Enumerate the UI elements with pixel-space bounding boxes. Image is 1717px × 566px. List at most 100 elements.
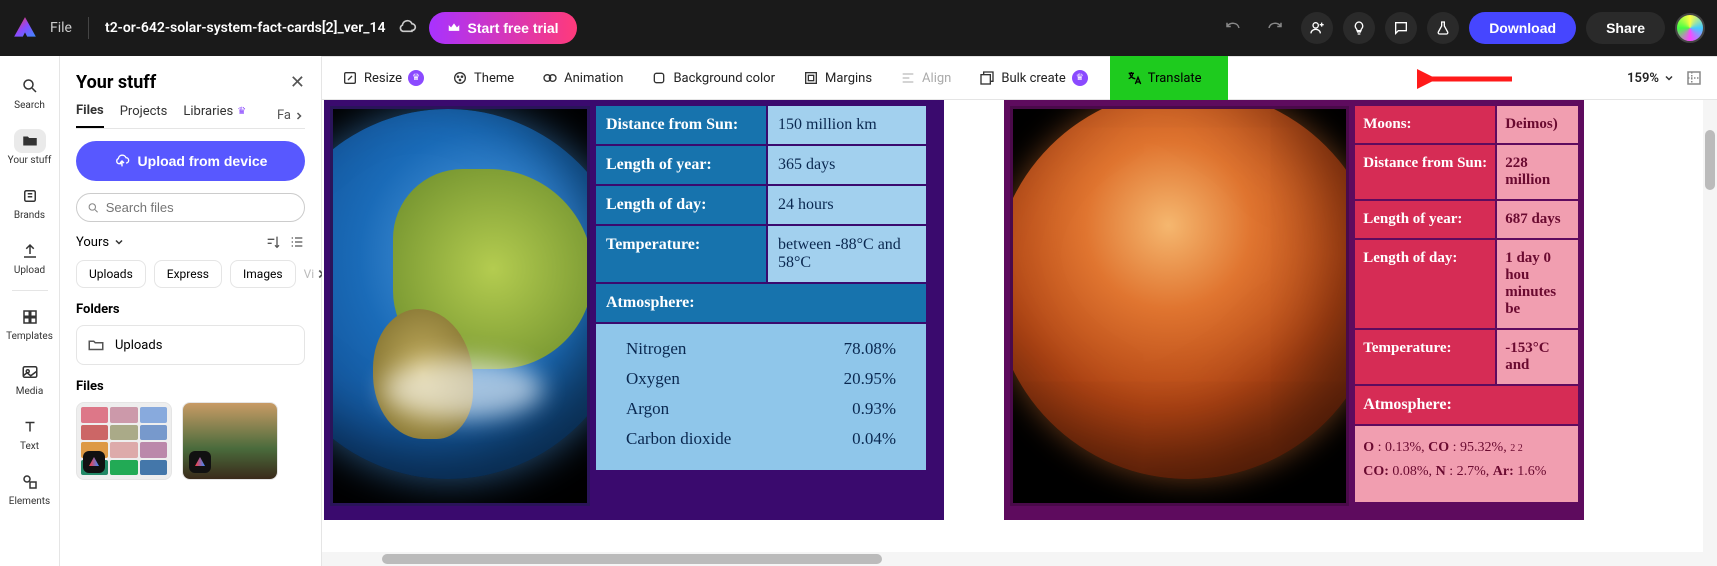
rail-elements[interactable]: Elements bbox=[2, 462, 58, 515]
animation-button[interactable]: Animation bbox=[536, 66, 629, 90]
divider bbox=[88, 17, 89, 39]
margins-icon bbox=[803, 70, 819, 86]
share-button[interactable]: Share bbox=[1586, 12, 1665, 44]
bulk-create-button[interactable]: Bulk create ♛ bbox=[973, 66, 1093, 90]
atmosphere-header: Atmosphere: bbox=[596, 284, 926, 322]
templates-icon bbox=[21, 308, 39, 326]
cloud-sync-icon bbox=[397, 18, 417, 38]
rail-upload[interactable]: Upload bbox=[2, 231, 58, 284]
file-thumb-2[interactable] bbox=[182, 402, 278, 480]
horizontal-scrollbar[interactable] bbox=[322, 552, 1703, 566]
table-row: Carbon dioxide0.04% bbox=[608, 424, 914, 454]
user-avatar[interactable] bbox=[1675, 13, 1705, 43]
earth-image[interactable] bbox=[330, 106, 590, 506]
upload-from-device-button[interactable]: Upload from device bbox=[76, 141, 305, 181]
mars-atmo-body: O : 0.13%, CO : 95.32%, 2 2 CO: 0.08%, N… bbox=[1355, 426, 1578, 502]
margins-button[interactable]: Margins bbox=[797, 66, 878, 90]
undo-button[interactable] bbox=[1217, 12, 1249, 44]
topbar-right: Download Share bbox=[1217, 12, 1705, 44]
upload-icon bbox=[21, 242, 39, 260]
list-view-icon[interactable] bbox=[289, 234, 305, 250]
table-row: Temperature:-153°C and bbox=[1355, 330, 1578, 384]
rail-media[interactable]: Media bbox=[2, 352, 58, 405]
canvas-page-earth[interactable]: Distance from Sun:150 million km Length … bbox=[322, 100, 944, 566]
files-label: Files bbox=[76, 379, 305, 394]
comment-button[interactable] bbox=[1385, 12, 1417, 44]
align-button: Align bbox=[894, 66, 957, 90]
file-menu[interactable]: File bbox=[50, 20, 72, 36]
rail-text[interactable]: Text bbox=[2, 407, 58, 460]
folder-icon bbox=[21, 132, 39, 150]
app-logo bbox=[12, 15, 38, 41]
elements-icon bbox=[21, 473, 39, 491]
table-row: Length of year:687 days bbox=[1355, 201, 1578, 238]
left-rail: Search Your stuff Brands Upload Template… bbox=[0, 56, 60, 566]
tab-libraries[interactable]: Libraries ♛ bbox=[183, 103, 246, 128]
search-icon bbox=[21, 77, 39, 95]
brand-icon bbox=[21, 187, 39, 205]
chip-uploads[interactable]: Uploads bbox=[76, 260, 146, 288]
folders-label: Folders bbox=[76, 302, 305, 317]
chevron-down-icon bbox=[1663, 72, 1675, 84]
rail-divider bbox=[12, 290, 48, 291]
rail-templates[interactable]: Templates bbox=[2, 297, 58, 350]
download-button[interactable]: Download bbox=[1469, 12, 1576, 44]
fit-view-icon[interactable] bbox=[1685, 69, 1703, 87]
redo-button[interactable] bbox=[1259, 12, 1291, 44]
table-row: Argon0.93% bbox=[608, 394, 914, 424]
canvas-stage[interactable]: Distance from Sun:150 million km Length … bbox=[322, 100, 1717, 566]
translate-button[interactable]: Translate bbox=[1120, 66, 1208, 90]
document-title[interactable]: t2-or-642-solar-system-fact-cards[2]_ver… bbox=[105, 20, 386, 36]
topbar: File t2-or-642-solar-system-fact-cards[2… bbox=[0, 0, 1717, 56]
mars-fact-table[interactable]: Moons:Deimos) Distance from Sun:228 mill… bbox=[1355, 106, 1578, 506]
translate-highlight: Translate bbox=[1110, 56, 1228, 100]
text-icon bbox=[21, 418, 39, 436]
beta-button[interactable] bbox=[1427, 12, 1459, 44]
rail-your-stuff[interactable]: Your stuff bbox=[2, 121, 58, 174]
filter-chips: Uploads Express Images Vi bbox=[76, 260, 305, 288]
canvas-area: Resize ♛ Theme Animation Background colo… bbox=[322, 56, 1717, 566]
search-files[interactable] bbox=[76, 193, 305, 222]
chip-express[interactable]: Express bbox=[154, 260, 222, 288]
tabs-more[interactable]: Fa bbox=[277, 103, 305, 128]
yours-dropdown[interactable]: Yours bbox=[76, 235, 125, 250]
animation-icon bbox=[542, 70, 558, 86]
sort-icon[interactable] bbox=[265, 234, 281, 250]
start-free-trial-button[interactable]: Start free trial bbox=[429, 12, 576, 44]
zoom-dropdown[interactable]: 159% bbox=[1627, 71, 1675, 86]
table-row: Length of day:1 day 0 hou minutes be bbox=[1355, 240, 1578, 328]
theme-button[interactable]: Theme bbox=[446, 66, 520, 90]
crown-icon: ♛ bbox=[1072, 70, 1088, 86]
mars-image[interactable] bbox=[1010, 106, 1349, 506]
rail-search[interactable]: Search bbox=[2, 66, 58, 119]
media-icon bbox=[21, 363, 39, 381]
vertical-scrollbar[interactable] bbox=[1703, 100, 1717, 566]
bulk-icon bbox=[979, 70, 995, 86]
panel-tabs: Files Projects Libraries ♛ Fa bbox=[76, 103, 305, 129]
redo-icon bbox=[1266, 19, 1284, 37]
table-row: Temperature:between -88°C and 58°C bbox=[596, 226, 926, 282]
your-stuff-panel: Your stuff ✕ Files Projects Libraries ♛ … bbox=[60, 56, 322, 566]
chip-images[interactable]: Images bbox=[230, 260, 296, 288]
help-button[interactable] bbox=[1343, 12, 1375, 44]
rail-brands[interactable]: Brands bbox=[2, 176, 58, 229]
comment-icon bbox=[1393, 20, 1409, 36]
invite-button[interactable] bbox=[1301, 12, 1333, 44]
undo-icon bbox=[1224, 19, 1242, 37]
canvas-toolbar: Resize ♛ Theme Animation Background colo… bbox=[322, 56, 1717, 100]
canvas-page-mars[interactable]: Moons:Deimos) Distance from Sun:228 mill… bbox=[1004, 100, 1584, 566]
close-panel-button[interactable]: ✕ bbox=[290, 72, 305, 93]
person-plus-icon bbox=[1309, 20, 1325, 36]
earth-fact-table[interactable]: Distance from Sun:150 million km Length … bbox=[596, 106, 926, 506]
resize-button[interactable]: Resize ♛ bbox=[336, 66, 430, 90]
file-thumb-1[interactable] bbox=[76, 402, 172, 480]
earth-atmo-body: Nitrogen78.08% Oxygen20.95% Argon0.93% C… bbox=[596, 324, 926, 470]
search-files-input[interactable] bbox=[106, 200, 294, 215]
atmosphere-header: Atmosphere: bbox=[1355, 386, 1578, 424]
table-row: Nitrogen78.08% bbox=[608, 334, 914, 364]
tab-projects[interactable]: Projects bbox=[120, 103, 168, 128]
folder-uploads[interactable]: Uploads bbox=[76, 325, 305, 365]
tab-files[interactable]: Files bbox=[76, 103, 104, 128]
chevron-right-icon bbox=[293, 110, 305, 122]
background-color-button[interactable]: Background color bbox=[645, 66, 781, 90]
